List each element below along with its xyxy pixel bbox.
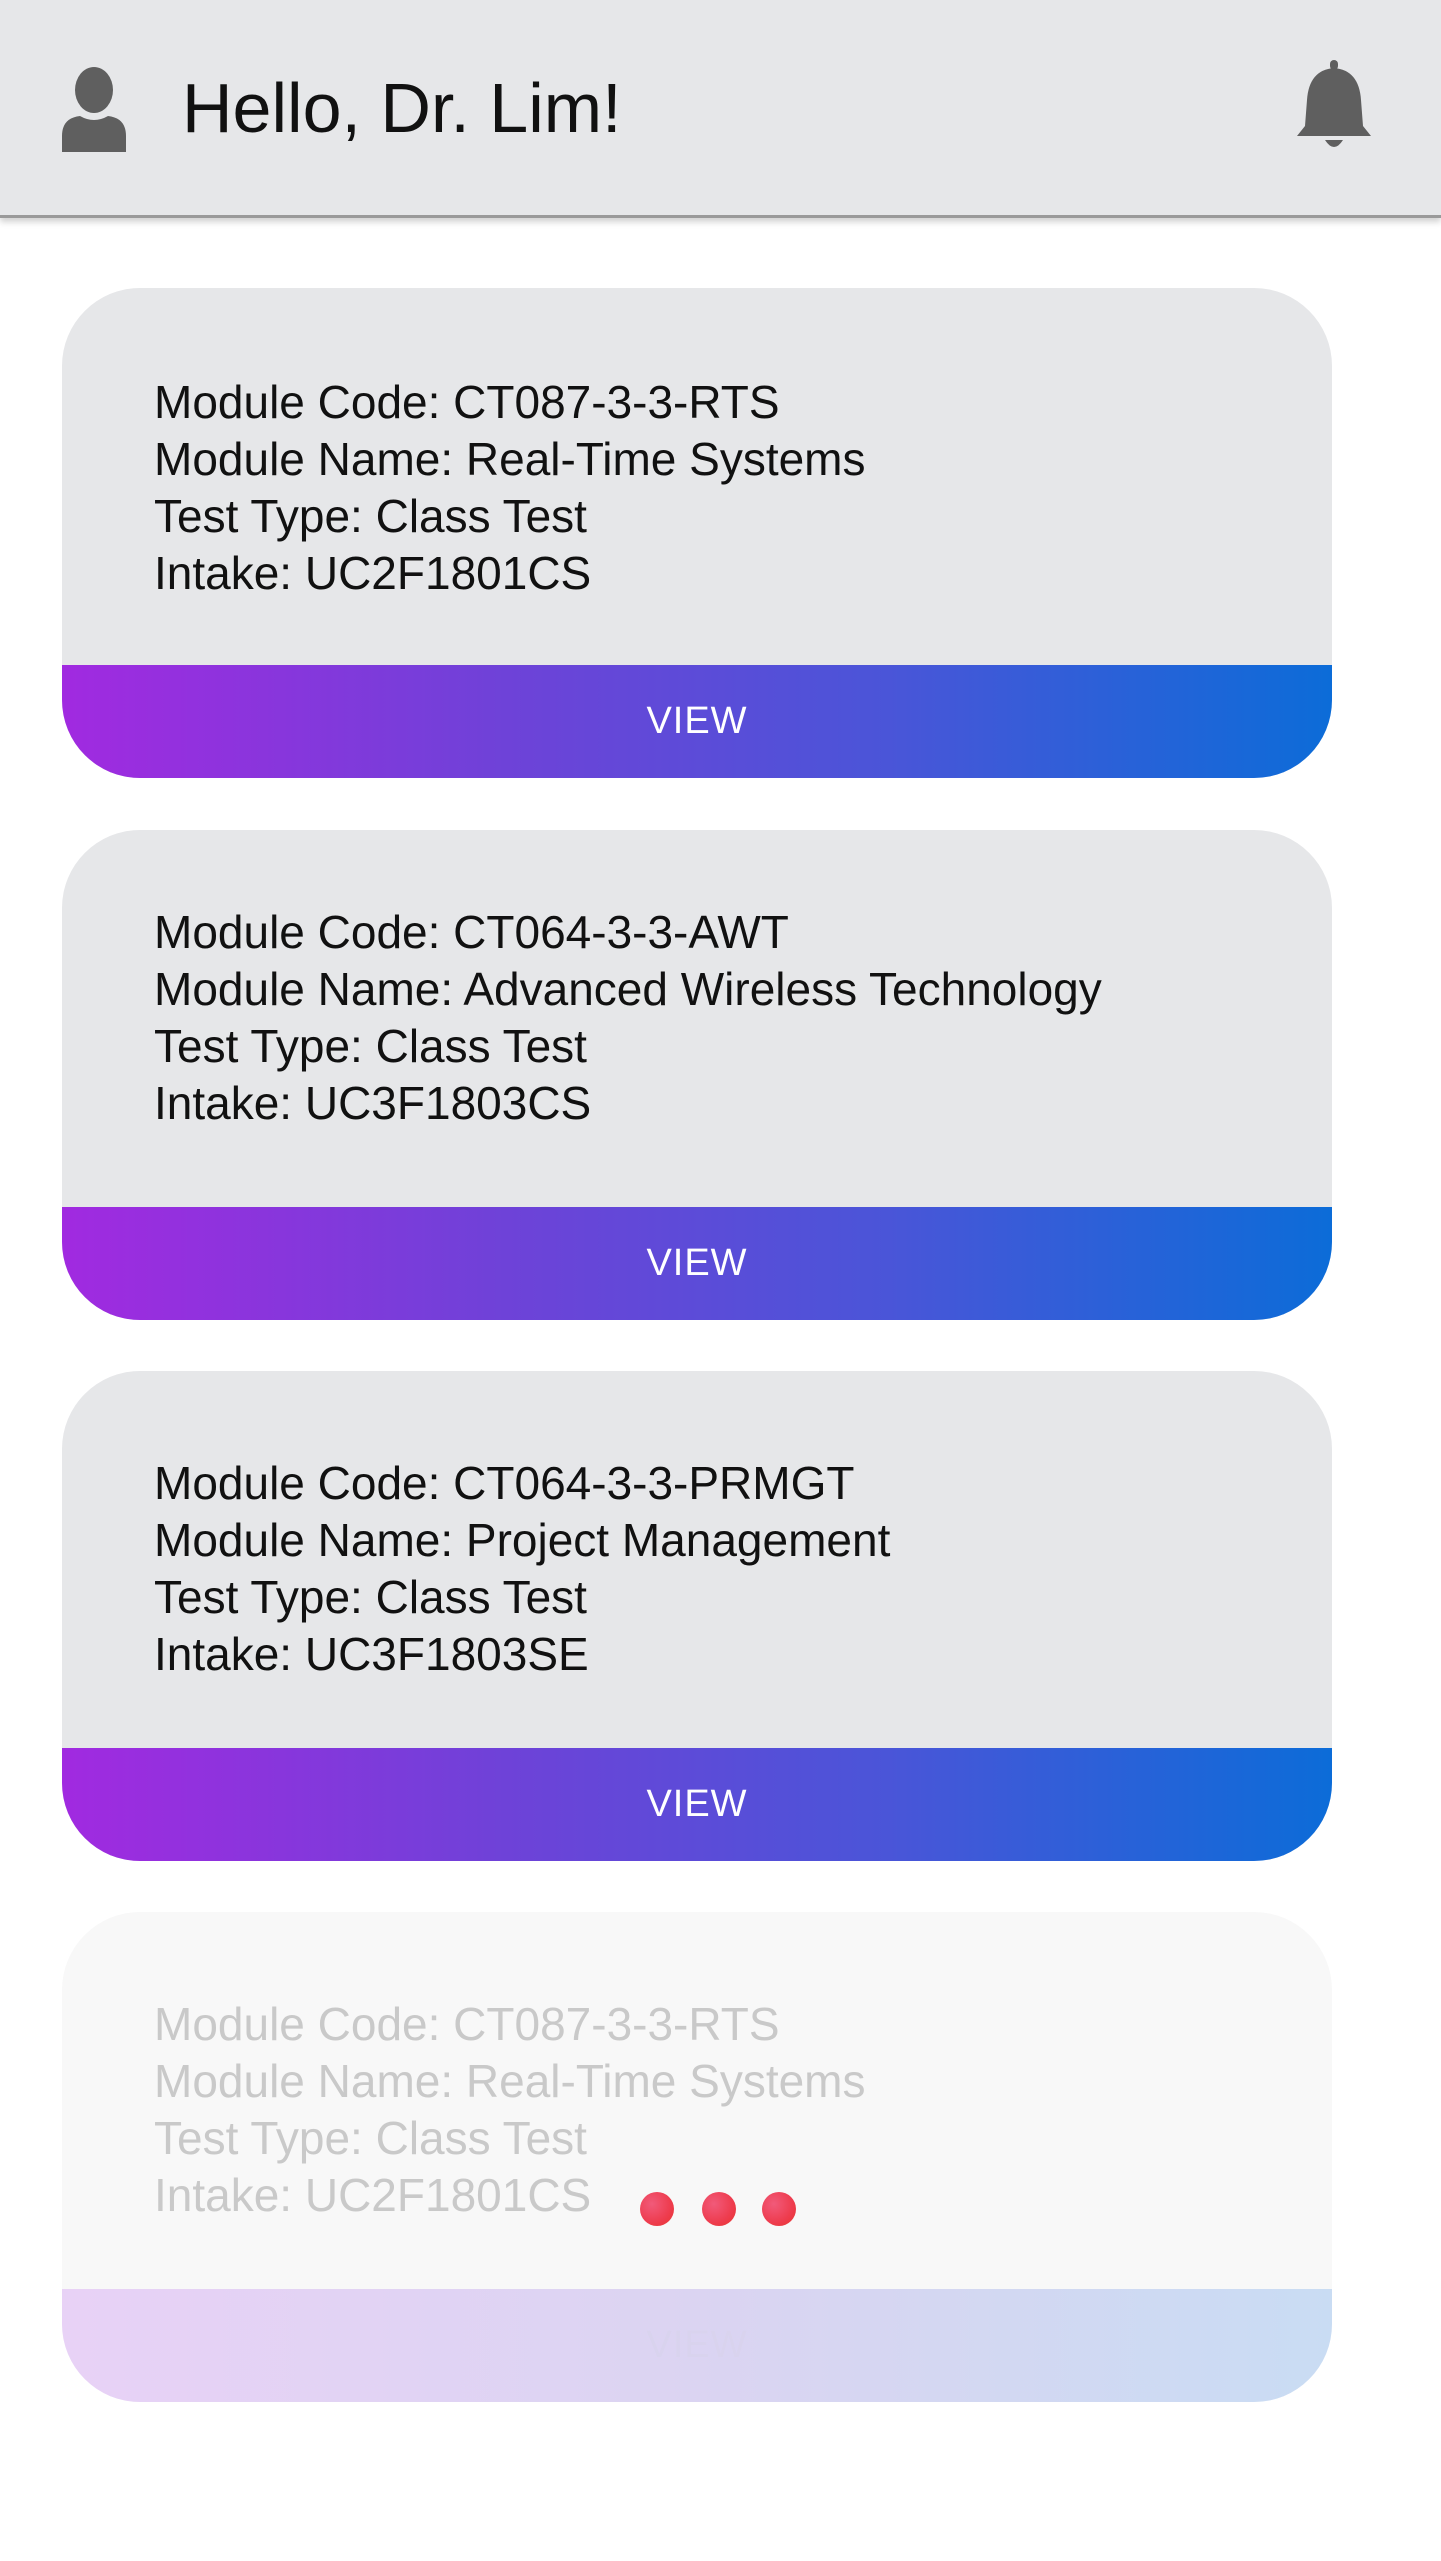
module-code: Module Code: CT064-3-3-PRMGT — [154, 1457, 855, 1509]
loading-dots-icon — [640, 2192, 810, 2228]
view-button[interactable]: VIEW — [62, 665, 1332, 778]
user-avatar-icon[interactable] — [58, 66, 130, 152]
view-button[interactable]: VIEW — [62, 1748, 1332, 1861]
module-card: Module Code: CT087-3-3-RTS Module Name: … — [62, 288, 1332, 778]
greeting-text: Hello, Dr. Lim! — [182, 69, 622, 147]
test-type: Test Type: Class Test — [154, 1571, 587, 1623]
loading-dot — [762, 2192, 796, 2226]
module-code: Module Code: CT064-3-3-AWT — [154, 906, 789, 958]
module-info: Module Code: CT087-3-3-RTS Module Name: … — [154, 374, 866, 602]
module-name: Module Name: Advanced Wireless Technolog… — [154, 963, 1102, 1015]
module-name: Module Name: Project Management — [154, 1514, 891, 1566]
loading-dot — [640, 2192, 674, 2226]
test-type: Test Type: Class Test — [154, 490, 587, 542]
test-type: Test Type: Class Test — [154, 1020, 587, 1072]
module-info: Module Code: CT087-3-3-RTS Module Name: … — [154, 1996, 866, 2224]
module-info: Module Code: CT064-3-3-AWT Module Name: … — [154, 904, 1102, 1132]
view-button: VIEW — [62, 2289, 1332, 2402]
module-name: Module Name: Real-Time Systems — [154, 2055, 866, 2107]
bell-icon[interactable] — [1293, 60, 1375, 154]
module-code: Module Code: CT087-3-3-RTS — [154, 376, 780, 428]
view-button[interactable]: VIEW — [62, 1207, 1332, 1320]
module-name: Module Name: Real-Time Systems — [154, 433, 866, 485]
module-code: Module Code: CT087-3-3-RTS — [154, 1998, 780, 2050]
test-type: Test Type: Class Test — [154, 2112, 587, 2164]
module-card-loading: Module Code: CT087-3-3-RTS Module Name: … — [62, 1912, 1332, 2402]
app-header: Hello, Dr. Lim! — [0, 0, 1441, 218]
module-card: Module Code: CT064-3-3-PRMGT Module Name… — [62, 1371, 1332, 1861]
loading-dot — [702, 2192, 736, 2226]
module-info: Module Code: CT064-3-3-PRMGT Module Name… — [154, 1455, 890, 1683]
intake: Intake: UC2F1801CS — [154, 547, 592, 599]
intake: Intake: UC3F1803CS — [154, 1077, 592, 1129]
module-card: Module Code: CT064-3-3-AWT Module Name: … — [62, 830, 1332, 1320]
intake: Intake: UC3F1803SE — [154, 1628, 589, 1680]
